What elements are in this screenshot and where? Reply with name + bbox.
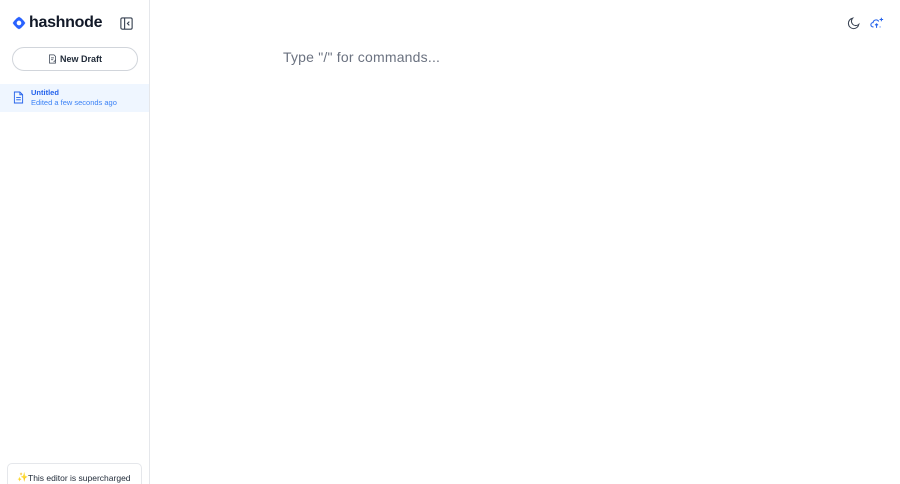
supercharged-editor-banner[interactable]: ✨ This editor is supercharged: [7, 463, 142, 484]
draft-title: Untitled: [31, 88, 59, 97]
sidebar-collapse-button[interactable]: [119, 16, 134, 31]
document-icon: [13, 91, 24, 104]
editor-area[interactable]: Type "/" for commands...: [150, 0, 900, 484]
hashnode-logo-icon: [12, 16, 26, 30]
brand-name: hashnode: [29, 14, 103, 31]
moon-icon: [847, 17, 860, 30]
brand-logo[interactable]: hashnode: [12, 14, 102, 32]
draft-list-item[interactable]: Untitled Edited a few seconds ago: [0, 84, 149, 112]
new-draft-label: New Draft: [59, 54, 102, 64]
draft-edited-time: Edited a few seconds ago: [31, 98, 117, 107]
sparkle-icon: ✨: [17, 472, 29, 482]
cloud-upload-icon: [870, 17, 884, 28]
sidebar: hashnode New Draft Untitled Edited a few…: [0, 0, 150, 484]
new-draft-button[interactable]: New Draft: [12, 47, 138, 71]
sidebar-collapse-icon: [120, 17, 133, 30]
publish-button[interactable]: [870, 16, 884, 30]
draft-icon: [49, 54, 57, 64]
promo-text: This editor is supercharged: [28, 473, 131, 483]
theme-toggle-button[interactable]: [847, 16, 861, 30]
editor-placeholder[interactable]: Type "/" for commands...: [283, 49, 440, 65]
